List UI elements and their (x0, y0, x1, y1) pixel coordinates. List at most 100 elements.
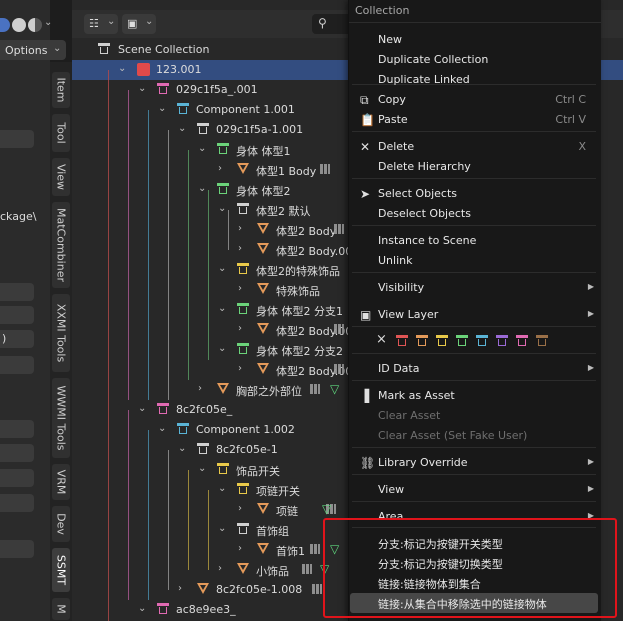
modifier-icon[interactable] (310, 544, 320, 554)
chevron-right-icon[interactable]: › (238, 323, 248, 335)
property-field[interactable] (0, 469, 34, 487)
menu-item-view[interactable]: View ▶ (348, 480, 600, 500)
outliner-row-label: 体型2 Body.002 (276, 365, 360, 378)
chevron-down-icon[interactable]: ⌄ (218, 523, 228, 535)
tab-item[interactable]: Item (52, 72, 70, 108)
menu-item-paste[interactable]: 📋 Paste Ctrl V (348, 110, 600, 130)
chevron-right-icon[interactable]: › (198, 383, 208, 395)
chevron-down-icon[interactable]: ⌄ (158, 423, 168, 435)
chevron-right-icon[interactable]: › (238, 363, 248, 375)
chevron-down-icon[interactable]: ⌄ (138, 403, 148, 415)
menu-item-instance-to-scene[interactable]: Instance to Scene (348, 231, 600, 251)
property-field[interactable] (0, 283, 34, 301)
chevron-right-icon[interactable]: › (238, 223, 248, 235)
modifier-icon[interactable] (320, 164, 330, 174)
menu-item-mark-as-asset[interactable]: ▐ Mark as Asset (348, 386, 600, 406)
chevron-down-icon[interactable]: ⌄ (218, 483, 228, 495)
property-field[interactable] (0, 494, 34, 512)
chevron-right-icon[interactable]: › (178, 583, 188, 595)
chevron-right-icon[interactable]: › (238, 503, 248, 515)
options-dropdown[interactable]: Options ⌄ (0, 40, 66, 60)
property-field[interactable]: ) (0, 330, 34, 348)
menu-item-deselect-objects[interactable]: Deselect Objects (348, 204, 600, 224)
solid-shading-icon[interactable] (0, 18, 10, 32)
menu-item-visibility[interactable]: Visibility ▶ (348, 278, 600, 298)
tab-view[interactable]: View (52, 158, 70, 196)
tab-wwmi-tools[interactable]: WWMI Tools (52, 378, 70, 458)
menu-item-copy[interactable]: ⧉ Copy Ctrl C (348, 90, 600, 110)
modifier-icon[interactable] (302, 564, 312, 574)
property-field[interactable] (0, 444, 34, 462)
close-icon[interactable]: × (376, 332, 387, 347)
menu-item-new[interactable]: New (348, 30, 600, 50)
shading-buttons[interactable]: ⌄ (0, 14, 52, 36)
menu-item-duplicate-linked[interactable]: Duplicate Linked (348, 70, 600, 90)
rendered-shading-icon[interactable] (28, 18, 42, 32)
property-field[interactable] (0, 356, 34, 374)
chevron-down-icon[interactable]: ⌄ (218, 303, 228, 315)
chevron-down-icon[interactable]: ⌄ (198, 143, 208, 155)
tree-guide-line (108, 70, 109, 621)
menu-item-select-objects[interactable]: ➤ Select Objects (348, 184, 600, 204)
menu-item-clear-asset-set-fake-user: Clear Asset (Set Fake User) (348, 426, 600, 446)
chevron-down-icon[interactable]: ⌄ (178, 123, 188, 135)
display-mode-dropdown[interactable]: ☷ ⌄ (84, 14, 118, 34)
menu-item-unlink[interactable]: Unlink (348, 251, 600, 271)
modifier-icon[interactable] (334, 364, 344, 374)
menu-item-view-layer[interactable]: ▣ View Layer ▶ (348, 305, 600, 325)
color-tag-swatch[interactable] (516, 335, 528, 347)
chevron-down-icon[interactable]: ⌄ (218, 263, 228, 275)
menu-item-delete[interactable]: ✕ Delete X (348, 137, 600, 157)
chevron-down-icon[interactable]: ⌄ (218, 203, 228, 215)
color-tag-swatch[interactable] (456, 335, 468, 347)
modifier-icon[interactable] (310, 384, 320, 394)
chevron-down-icon[interactable]: ⌄ (118, 63, 128, 75)
chevron-down-icon[interactable]: ⌄ (218, 343, 228, 355)
chevron-right-icon[interactable]: › (238, 543, 248, 555)
outliner-row-label: 029c1f5a_.001 (176, 83, 258, 96)
vertex-group-icon[interactable]: ▽ (322, 503, 331, 515)
color-tag-swatch[interactable] (476, 335, 488, 347)
tab-vrm[interactable]: VRM (52, 464, 70, 500)
modifier-icon[interactable] (334, 324, 344, 334)
chevron-down-icon[interactable]: ⌄ (198, 183, 208, 195)
color-tag-swatch[interactable] (536, 335, 548, 347)
mesh-object-icon (257, 243, 269, 254)
chevron-down-icon[interactable]: ⌄ (158, 103, 168, 115)
chevron-down-icon[interactable]: ⌄ (44, 17, 52, 28)
chevron-down-icon[interactable]: ⌄ (178, 443, 188, 455)
filter-dropdown[interactable]: ▣ ⌄ (122, 14, 156, 34)
property-field[interactable] (0, 130, 34, 148)
property-field[interactable] (0, 540, 34, 558)
tab-ssmt[interactable]: SSMT (52, 548, 70, 592)
menu-item-delete-hierarchy[interactable]: Delete Hierarchy (348, 157, 600, 177)
chevron-down-icon[interactable]: ⌄ (138, 83, 148, 95)
menu-item-library-override[interactable]: ⛓ Library Override ▶ (348, 453, 600, 473)
chevron-right-icon[interactable]: › (238, 283, 248, 295)
tab-xxmi-tools[interactable]: XXMI Tools (52, 294, 70, 372)
menu-item-duplicate-collection[interactable]: Duplicate Collection (348, 50, 600, 70)
chevron-right-icon[interactable]: › (238, 243, 248, 255)
chevron-down-icon[interactable]: ⌄ (138, 603, 148, 615)
chevron-right-icon[interactable]: › (218, 163, 228, 175)
color-tag-swatch[interactable] (436, 335, 448, 347)
tab-m[interactable]: M (52, 598, 70, 620)
chevron-right-icon[interactable]: › (218, 563, 228, 575)
vertex-group-icon[interactable]: ▽ (330, 383, 339, 395)
material-shading-icon[interactable] (12, 18, 26, 32)
menu-item-label: Instance to Scene (378, 234, 477, 247)
tab-dev[interactable]: Dev (52, 506, 70, 542)
color-tag-swatch[interactable] (496, 335, 508, 347)
menu-item-id-data[interactable]: ID Data ▶ (348, 359, 600, 379)
modifier-icon[interactable] (312, 584, 322, 594)
color-tag-swatch[interactable] (396, 335, 408, 347)
tab-matcombiner[interactable]: MatCombiner (52, 202, 70, 288)
tab-tool[interactable]: Tool (52, 114, 70, 152)
color-tag-swatch[interactable] (416, 335, 428, 347)
property-field[interactable] (0, 420, 34, 438)
chevron-down-icon: ⌄ (145, 16, 154, 27)
chevron-down-icon[interactable]: ⌄ (198, 463, 208, 475)
search-input[interactable]: ⚲ (312, 14, 352, 34)
modifier-icon[interactable] (334, 224, 344, 234)
property-field[interactable] (0, 306, 34, 324)
